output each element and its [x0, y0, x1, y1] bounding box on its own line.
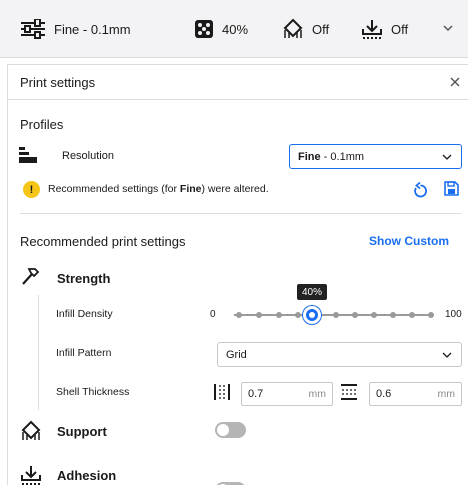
- support-toggle[interactable]: [215, 422, 246, 438]
- header-support[interactable]: Off: [282, 0, 329, 58]
- recommended-settings-title: Recommended print settings: [20, 234, 186, 249]
- header-support-label: Off: [312, 21, 330, 37]
- resolution-value-rest: - 0.1mm: [320, 150, 365, 163]
- header-adhesion[interactable]: Off: [361, 0, 408, 58]
- undo-icon[interactable]: [413, 182, 428, 198]
- warning-text: Recommended settings (for Fine) were alt…: [48, 183, 269, 195]
- profiles-section-label: Profiles: [20, 117, 64, 132]
- indent-line: [38, 295, 39, 410]
- hammer-icon: [22, 268, 40, 285]
- print-setup-header[interactable]: Fine - 0.1mm 40% Off Off: [0, 0, 468, 58]
- slider-tick: [333, 312, 339, 318]
- infill-pattern-label: Infill Pattern: [56, 347, 112, 359]
- slider-tick: [256, 312, 262, 318]
- top-bottom-thickness-input[interactable]: 0.6 mm: [369, 382, 462, 406]
- panel-title: Print settings: [20, 75, 96, 90]
- resolution-icon: [19, 147, 37, 163]
- infill-icon: [195, 20, 213, 38]
- support-icon: [21, 420, 41, 440]
- slider-tick: [409, 312, 415, 318]
- resolution-value-bold: Fine: [298, 150, 321, 163]
- top-bottom-thickness-icon: [341, 384, 357, 400]
- adhesion-icon: [21, 466, 41, 485]
- resolution-label: Resolution: [62, 150, 114, 162]
- adhesion-label: Adhesion: [57, 468, 117, 483]
- sliders-icon: [21, 19, 45, 39]
- top-bottom-thickness-value: 0.6: [376, 388, 392, 400]
- infill-density-slider-handle[interactable]: [303, 306, 321, 324]
- wall-thickness-input[interactable]: 0.7 mm: [241, 382, 333, 406]
- header-infill-label: 40%: [222, 21, 249, 37]
- divider: [20, 213, 461, 214]
- wall-thickness-unit: mm: [308, 388, 327, 400]
- show-custom-link[interactable]: Show Custom: [369, 234, 449, 248]
- slider-tick: [371, 312, 377, 318]
- slider-tick: [236, 312, 242, 318]
- chevron-down-icon[interactable]: [442, 22, 454, 34]
- slider-min-label: 0: [210, 309, 216, 320]
- top-bottom-thickness-unit: mm: [437, 388, 456, 400]
- wall-thickness-value: 0.7: [248, 388, 264, 400]
- slider-tick: [428, 312, 434, 318]
- header-infill[interactable]: 40%: [194, 0, 248, 58]
- panel-header: Print settings: [8, 65, 468, 100]
- wall-thickness-icon: [214, 384, 230, 400]
- header-adhesion-label: Off: [391, 21, 409, 37]
- infill-density-label: Infill Density: [56, 308, 113, 320]
- strength-label: Strength: [57, 271, 111, 286]
- adhesion-icon: [362, 20, 382, 39]
- chevron-down-icon: [442, 154, 452, 160]
- slider-tick: [390, 312, 396, 318]
- warning-icon: !: [23, 181, 40, 198]
- support-icon: [283, 18, 303, 38]
- resolution-select[interactable]: Fine - 0.1mm: [289, 144, 462, 169]
- slider-tick: [352, 312, 358, 318]
- chevron-down-icon: [442, 352, 452, 358]
- infill-pattern-value: Grid: [226, 348, 247, 361]
- print-settings-panel: Print settings Profiles Resolution Fine …: [7, 64, 468, 485]
- save-icon[interactable]: [444, 181, 459, 196]
- infill-pattern-select[interactable]: Grid: [217, 342, 462, 367]
- slider-tick: [276, 312, 282, 318]
- header-profile[interactable]: Fine - 0.1mm: [20, 0, 131, 58]
- slider-max-label: 100: [445, 309, 462, 320]
- support-label: Support: [57, 424, 107, 439]
- slider-tick: [295, 312, 301, 318]
- shell-thickness-label: Shell Thickness: [56, 386, 130, 398]
- header-profile-label: Fine - 0.1mm: [54, 21, 131, 37]
- slider-value-tooltip: 40%: [297, 284, 327, 300]
- close-icon[interactable]: [449, 76, 461, 88]
